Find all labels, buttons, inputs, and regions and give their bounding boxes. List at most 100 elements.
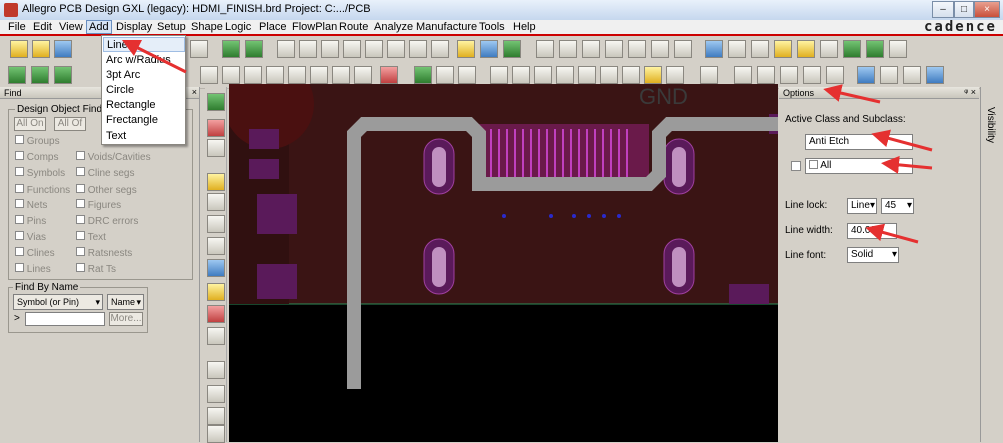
table-icon[interactable] <box>651 40 669 58</box>
vt-rect-icon[interactable] <box>207 385 225 403</box>
minimize-button[interactable]: – <box>932 1 954 18</box>
menu-edit[interactable]: Edit <box>33 21 52 33</box>
subclass-checkbox[interactable] <box>791 161 801 171</box>
text-edit-icon[interactable] <box>734 66 752 84</box>
menu-display[interactable]: Display <box>116 21 152 33</box>
add-menu-rectangle[interactable]: Rectangle <box>106 98 156 113</box>
help-icon[interactable] <box>728 40 746 58</box>
options-close-icon[interactable]: ᵠ × <box>964 87 976 97</box>
all-on-button[interactable]: All On <box>14 117 46 131</box>
merge-shapes-icon[interactable] <box>354 66 372 84</box>
find-item-voids[interactable]: Voids/Cavities <box>76 151 151 163</box>
blank-rats-icon[interactable] <box>582 40 600 58</box>
menu-logic[interactable]: Logic <box>225 21 251 33</box>
add-menu-frectangle[interactable]: Frectangle <box>106 113 158 128</box>
line-width-input[interactable]: 40.00 <box>847 223 897 239</box>
find-by-name-input[interactable] <box>25 312 105 326</box>
find-by-name-type-select[interactable]: Symbol (or Pin) ▾ <box>13 294 103 310</box>
zoom-in-icon[interactable] <box>321 40 339 58</box>
find-item-pins[interactable]: Pins <box>15 215 46 227</box>
menu-view[interactable]: View <box>59 21 83 33</box>
vt-forward-icon[interactable] <box>207 259 225 277</box>
spacing-icon[interactable] <box>512 66 530 84</box>
zoom-world-icon[interactable] <box>365 40 383 58</box>
find-item-lines[interactable]: Lines <box>15 263 51 275</box>
new-file-icon[interactable] <box>10 40 28 58</box>
vt-target-icon[interactable] <box>207 305 225 323</box>
line-lock-angle-select[interactable]: 45 ▾ <box>881 198 914 214</box>
menu-manufacture[interactable]: Manufacture <box>416 21 477 33</box>
3d-view-icon[interactable] <box>480 40 498 58</box>
find-item-rat-ts[interactable]: Rat Ts <box>76 263 116 275</box>
dimension-h-icon[interactable] <box>436 66 454 84</box>
find-item-other-segs[interactable]: Other segs <box>76 184 137 196</box>
find-by-name-mode-select[interactable]: Name ▾ <box>107 294 144 310</box>
constraint-icon[interactable] <box>490 66 508 84</box>
label-icon[interactable] <box>757 66 775 84</box>
add-menu-circle[interactable]: Circle <box>106 83 134 98</box>
vt-layers-icon[interactable] <box>207 283 225 301</box>
menu-shape[interactable]: Shape <box>191 21 223 33</box>
zoom-center-icon[interactable] <box>387 40 405 58</box>
menu-tools[interactable]: Tools <box>479 21 505 33</box>
dehighlight-icon[interactable] <box>820 40 838 58</box>
vt-branch-icon[interactable] <box>207 237 225 255</box>
add-menu-line[interactable]: Line <box>103 37 185 52</box>
void-circle-icon[interactable] <box>332 66 350 84</box>
menu-setup[interactable]: Setup <box>157 21 186 33</box>
vt-route-icon[interactable] <box>207 215 225 233</box>
line-font-select[interactable]: Solid ▾ <box>847 247 899 263</box>
matrix-icon[interactable] <box>666 66 684 84</box>
vt-add-icon[interactable] <box>207 93 225 111</box>
find-panel-close-icon[interactable]: × <box>192 87 197 97</box>
fanout-icon[interactable] <box>622 66 640 84</box>
save-icon[interactable] <box>54 40 72 58</box>
done-icon[interactable] <box>222 40 240 58</box>
hourglass-icon[interactable] <box>866 40 884 58</box>
find-item-groups[interactable]: Groups <box>15 135 60 147</box>
zoom-previous-icon[interactable] <box>409 40 427 58</box>
find-item-cline-segs[interactable]: Cline segs <box>76 167 134 179</box>
find-item-figures[interactable]: Figures <box>76 199 121 211</box>
shape-icon[interactable] <box>605 40 623 58</box>
assign-icon[interactable] <box>780 66 798 84</box>
select-tool-icon[interactable] <box>244 66 262 84</box>
percent-icon[interactable] <box>826 66 844 84</box>
layer-icon[interactable] <box>536 40 554 58</box>
color-icon[interactable] <box>457 40 475 58</box>
shape-edit-icon[interactable] <box>288 66 306 84</box>
vt-copy-icon[interactable] <box>207 327 225 345</box>
brush-icon[interactable] <box>774 40 792 58</box>
maximize-button[interactable]: □ <box>954 1 974 18</box>
waveform-icon[interactable] <box>700 66 718 84</box>
find-item-symbols[interactable]: Symbols <box>15 167 65 179</box>
find-item-comps[interactable]: Comps <box>15 151 58 163</box>
menu-add[interactable]: Add <box>86 20 112 34</box>
void-rect-icon[interactable] <box>310 66 328 84</box>
design-canvas[interactable]: GND <box>229 84 778 442</box>
slide-icon[interactable] <box>534 66 552 84</box>
all-off-button[interactable]: All Of <box>54 117 86 131</box>
rect-tool-icon[interactable] <box>200 66 218 84</box>
close-button[interactable]: × <box>974 1 1000 18</box>
redraw-icon[interactable] <box>431 40 449 58</box>
help-circle-icon[interactable] <box>926 66 944 84</box>
find-item-text[interactable]: Text <box>76 231 106 243</box>
vt-text-edit-icon[interactable] <box>207 425 225 443</box>
open-folder-icon[interactable] <box>32 40 50 58</box>
window-icon[interactable] <box>857 66 875 84</box>
highlight-icon[interactable] <box>797 40 815 58</box>
menu-flowplan[interactable]: FlowPlan <box>292 21 337 33</box>
find-item-clines[interactable]: Clines <box>15 247 55 259</box>
find-item-functions[interactable]: Functions <box>15 184 70 196</box>
add-menu-3pt-arc[interactable]: 3pt Arc <box>106 68 140 83</box>
check-icon[interactable] <box>644 66 662 84</box>
zoom-fit-icon[interactable] <box>299 40 317 58</box>
find-item-drc-errors[interactable]: DRC errors <box>76 215 138 227</box>
delay-tune-icon[interactable] <box>556 66 574 84</box>
circle-tool-icon[interactable] <box>222 66 240 84</box>
find-item-nets[interactable]: Nets <box>15 199 47 211</box>
menu-analyze[interactable]: Analyze <box>374 21 413 33</box>
flag-icon[interactable] <box>600 66 618 84</box>
add-menu-arc-radius[interactable]: Arc w/Radius <box>106 53 171 68</box>
